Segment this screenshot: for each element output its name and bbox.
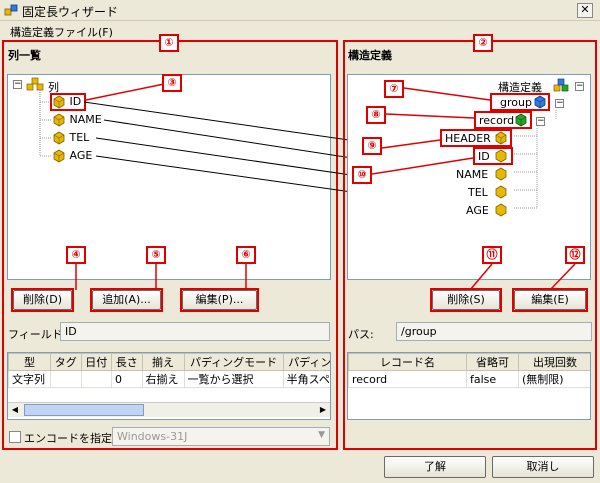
- structure-root-icon: [553, 78, 569, 92]
- left-panel-title: 列一覧: [8, 49, 41, 62]
- column-header[interactable]: レコード名: [348, 353, 467, 371]
- marker-2: ②: [473, 34, 493, 52]
- field-label: フィールド:: [8, 328, 67, 341]
- menu-file[interactable]: 構造定義ファイル(F): [10, 24, 113, 40]
- marker-5: ⑤: [146, 246, 166, 264]
- field-cube-icon: [495, 185, 507, 199]
- collapse-icon[interactable]: −: [13, 80, 22, 89]
- column-header[interactable]: タグ: [50, 353, 82, 371]
- table-cell[interactable]: 右揃え: [141, 370, 185, 388]
- column-header[interactable]: 省略可: [466, 353, 519, 371]
- table-cell[interactable]: [80, 370, 113, 388]
- marker-10: ⑩: [352, 166, 372, 184]
- app-icon: [4, 4, 18, 16]
- column-header[interactable]: パディングモード: [183, 353, 284, 371]
- delete-column-button[interactable]: 削除(D): [13, 290, 72, 310]
- marker-lines-right: [372, 87, 491, 175]
- column-cube-icon: [53, 149, 65, 163]
- table-row[interactable]: record false (無制限): [348, 370, 590, 388]
- table-row[interactable]: 文字列 0 右揃え 一覧から選択 半角スペー: [8, 370, 330, 388]
- scroll-left-icon[interactable]: ◀: [8, 403, 22, 417]
- encode-checkbox[interactable]: [9, 431, 21, 443]
- header-cube-icon: [495, 131, 507, 145]
- table-cell[interactable]: 一覧から選択: [183, 370, 284, 388]
- table-cell[interactable]: [50, 370, 82, 388]
- delete-structure-button[interactable]: 削除(S): [432, 290, 500, 310]
- marker-1: ①: [159, 34, 179, 52]
- structure-field-tel[interactable]: TEL: [468, 186, 488, 199]
- table-cell[interactable]: record: [348, 370, 467, 388]
- title-bar: 固定長ウィザード ✕: [0, 0, 600, 21]
- column-header[interactable]: 出現回数: [518, 353, 590, 371]
- path-input[interactable]: /group: [396, 322, 592, 341]
- edit-structure-button[interactable]: 編集(E): [514, 290, 586, 310]
- record-table[interactable]: レコード名 省略可 出現回数 record false (無制限): [347, 352, 591, 420]
- close-button[interactable]: ✕: [577, 3, 593, 18]
- window-title: 固定長ウィザード: [22, 5, 119, 19]
- collapse-icon[interactable]: −: [575, 82, 584, 91]
- column-header[interactable]: 長さ: [111, 353, 143, 371]
- chevron-down-icon: ▼: [318, 430, 325, 440]
- table-cell[interactable]: 半角スペー: [282, 370, 330, 388]
- marker-4: ④: [66, 246, 86, 264]
- table-cell[interactable]: 文字列: [8, 370, 52, 388]
- column-header[interactable]: 日付: [80, 353, 113, 371]
- structure-tree-lines: [514, 110, 557, 209]
- scroll-right-icon[interactable]: ▶: [316, 403, 330, 417]
- scroll-thumb[interactable]: [24, 404, 144, 416]
- marker-12: ⑫: [565, 246, 585, 264]
- menu-bar: 構造定義ファイル(F): [0, 21, 600, 41]
- table-header-row: レコード名 省略可 出現回数: [348, 353, 590, 371]
- field-cube-icon: [495, 203, 507, 217]
- field-cube-icon: [495, 167, 507, 181]
- marker-11: ⑪: [482, 246, 502, 264]
- table-cell[interactable]: (無制限): [518, 370, 590, 388]
- encode-label: エンコードを指定: [24, 432, 112, 445]
- right-panel-title: 構造定義: [348, 49, 392, 62]
- field-input[interactable]: ID: [60, 322, 330, 341]
- table-cell[interactable]: false: [466, 370, 519, 388]
- path-label: パス:: [348, 328, 374, 341]
- add-column-button[interactable]: 追加(A)...: [92, 290, 161, 310]
- column-cube-icon: [53, 131, 65, 145]
- field-cube-icon: [495, 149, 507, 163]
- column-header[interactable]: 揃え: [141, 353, 185, 371]
- id-highlight: [50, 93, 86, 111]
- column-header[interactable]: パディング: [282, 353, 330, 371]
- structure-field-age[interactable]: AGE: [466, 204, 489, 217]
- horizontal-scrollbar[interactable]: ◀ ▶: [8, 402, 330, 417]
- cancel-button[interactable]: 取消し: [492, 456, 594, 478]
- column-header[interactable]: 型: [8, 353, 52, 371]
- edit-column-button[interactable]: 編集(P)...: [182, 290, 257, 310]
- table-header-row: 型 タグ 日付 長さ 揃え パディングモード パディング: [8, 353, 330, 371]
- encoding-select[interactable]: Windows-31J ▼: [112, 427, 330, 446]
- ok-button[interactable]: 了解: [384, 456, 486, 478]
- table-cell[interactable]: 0: [111, 370, 143, 388]
- marker-6: ⑥: [236, 246, 256, 264]
- encoding-value: Windows-31J: [117, 430, 188, 443]
- column-cube-icon: [53, 113, 65, 127]
